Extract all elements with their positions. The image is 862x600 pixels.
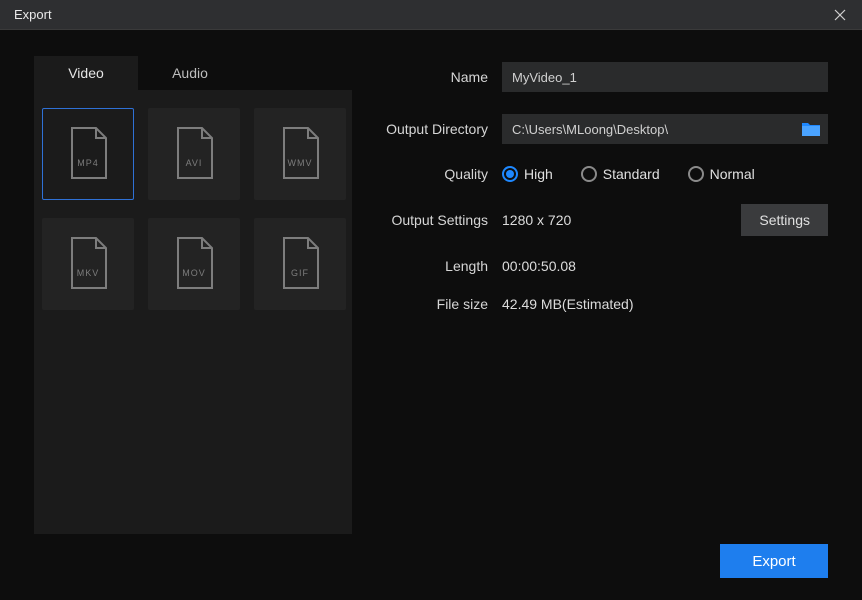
window-title: Export — [14, 7, 826, 22]
dialog-body: Video Audio MP4 AVI — [0, 30, 862, 600]
format-tile-mkv[interactable]: MKV — [42, 218, 134, 310]
folder-icon — [801, 121, 821, 137]
format-tile-mov[interactable]: MOV — [148, 218, 240, 310]
file-icon: MP4 — [66, 126, 110, 182]
radio-icon — [502, 166, 518, 182]
export-window: Export Video Audio MP4 — [0, 0, 862, 600]
radio-icon — [688, 166, 704, 182]
format-tile-avi[interactable]: AVI — [148, 108, 240, 200]
left-panel: Video Audio MP4 AVI — [34, 56, 352, 534]
tab-bar: Video Audio — [34, 56, 352, 90]
tab-audio[interactable]: Audio — [138, 56, 242, 90]
output-settings-value: 1280 x 720 — [502, 212, 571, 228]
format-tile-wmv[interactable]: WMV — [254, 108, 346, 200]
radio-normal[interactable]: Normal — [688, 166, 755, 182]
file-icon: WMV — [278, 126, 322, 182]
format-label: MOV — [172, 268, 216, 278]
label-file-size: File size — [370, 296, 502, 312]
export-button[interactable]: Export — [720, 544, 828, 578]
titlebar: Export — [0, 0, 862, 30]
quality-radio-group: High Standard Normal — [502, 166, 755, 182]
format-label: MKV — [66, 268, 110, 278]
radio-standard[interactable]: Standard — [581, 166, 660, 182]
file-size-value: 42.49 MB(Estimated) — [502, 296, 634, 312]
file-icon: AVI — [172, 126, 216, 182]
radio-label: Standard — [603, 166, 660, 182]
format-label: WMV — [278, 158, 322, 168]
tab-video[interactable]: Video — [34, 56, 138, 90]
format-tile-mp4[interactable]: MP4 — [42, 108, 134, 200]
name-input[interactable] — [502, 62, 828, 92]
label-length: Length — [370, 258, 502, 274]
length-value: 00:00:50.08 — [502, 258, 576, 274]
file-icon: GIF — [278, 236, 322, 292]
radio-high[interactable]: High — [502, 166, 553, 182]
format-grid: MP4 AVI WMV — [34, 90, 352, 534]
label-quality: Quality — [370, 166, 502, 182]
settings-button[interactable]: Settings — [741, 204, 828, 236]
radio-label: Normal — [710, 166, 755, 182]
label-output-settings: Output Settings — [370, 212, 502, 228]
row-quality: Quality High Standard — [370, 166, 828, 182]
radio-icon — [581, 166, 597, 182]
format-tile-gif[interactable]: GIF — [254, 218, 346, 310]
footer: Export — [34, 534, 828, 578]
browse-folder-button[interactable] — [798, 118, 824, 140]
label-name: Name — [370, 69, 502, 85]
file-icon: MOV — [172, 236, 216, 292]
row-file-size: File size 42.49 MB(Estimated) — [370, 296, 828, 312]
close-icon — [834, 9, 846, 21]
row-output-settings: Output Settings 1280 x 720 Settings — [370, 204, 828, 236]
radio-label: High — [524, 166, 553, 182]
format-label: MP4 — [66, 158, 110, 168]
row-length: Length 00:00:50.08 — [370, 258, 828, 274]
row-name: Name — [370, 62, 828, 92]
main-row: Video Audio MP4 AVI — [34, 56, 828, 534]
format-label: GIF — [278, 268, 322, 278]
close-button[interactable] — [826, 1, 854, 29]
label-output-dir: Output Directory — [370, 121, 502, 137]
right-panel: Name Output Directory — [370, 56, 828, 534]
output-dir-wrap — [502, 114, 828, 144]
file-icon: MKV — [66, 236, 110, 292]
row-output-dir: Output Directory — [370, 114, 828, 144]
format-label: AVI — [172, 158, 216, 168]
output-dir-input[interactable] — [502, 114, 798, 144]
